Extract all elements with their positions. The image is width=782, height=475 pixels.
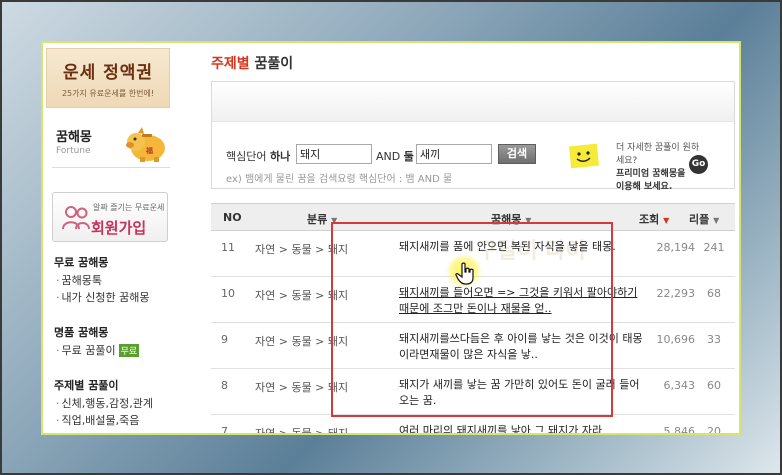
premium-go-button[interactable]: Go	[689, 155, 708, 174]
page-title-rest: 꿈풀이	[249, 56, 294, 72]
sidebar: 운세 정액권 25가지 유료운세를 한번에! 꿈해몽 Fortune 福 알짜 …	[46, 46, 170, 433]
row-views: 28,194	[656, 241, 696, 254]
menu-heading-free-dream: 무료 꿈해몽	[54, 256, 109, 269]
row-no: 9	[221, 333, 228, 346]
menu-heading-premium-dream: 명품 꿈해몽	[54, 326, 109, 339]
header-views[interactable]: 조회 ▼	[639, 211, 669, 227]
keyword1-label: 핵심단어 하나	[226, 148, 290, 164]
header-replies[interactable]: 리플 ▼	[689, 211, 719, 227]
row-category[interactable]: 자연 > 동물 > 돼지	[255, 425, 348, 433]
piggy-bank-icon: 福	[126, 127, 165, 162]
page-title-accent: 주제별	[211, 56, 250, 72]
row-replies: 33	[707, 333, 721, 346]
banner-title: 운세 정액권	[62, 63, 154, 83]
row-views: 22,293	[656, 287, 696, 300]
keyword1-input[interactable]	[296, 144, 372, 164]
dream-subtitle: Fortune	[56, 146, 91, 156]
keyword1-label-prefix: 핵심단어	[226, 150, 270, 163]
premium-line3: 이용해 보세요.	[616, 182, 673, 192]
signup-caption: 알짜 즐기는 무료운세	[93, 203, 165, 212]
row-replies: 20	[707, 425, 721, 435]
menu-item-free-reading[interactable]: 무료 꿈풀이무료	[56, 342, 140, 358]
row-no: 7	[221, 425, 228, 435]
header-category-label: 분류	[307, 213, 328, 226]
keyword1-label-bold: 하나	[269, 150, 291, 163]
search-hint: ex) 뱀에게 물린 꿈을 검색요령 핵심단어 : 뱀 AND 물	[226, 174, 453, 185]
smiley-note-icon	[568, 143, 600, 169]
row-views: 6,343	[663, 379, 696, 392]
search-button[interactable]: 검색	[498, 144, 536, 164]
table-row[interactable]: 7 자연 > 동물 > 돼지 여러 마리의 돼지새끼를 낳아 그 돼지가 자라 …	[211, 415, 735, 435]
and-label: AND 둘	[376, 148, 414, 164]
sort-arrow-icon: ▼	[713, 216, 720, 225]
signup-button[interactable]: 알짜 즐기는 무료운세 회원가입	[52, 192, 168, 242]
row-replies: 60	[707, 379, 721, 392]
dream-title: 꿈해몽	[56, 130, 92, 145]
menu-item-body-action[interactable]: 신체,행동,감정,관계	[56, 395, 153, 411]
row-no: 10	[221, 287, 235, 300]
search-panel: 핵심단어 하나 AND 둘 검색 ex) 뱀에게 물린 꿈을 검색요령 핵심단어…	[211, 81, 735, 192]
dream-section-header: 꿈해몽 Fortune 福	[52, 118, 170, 168]
people-icon	[62, 206, 90, 230]
free-badge: 무료	[118, 344, 140, 357]
row-replies: 241	[703, 241, 725, 254]
row-replies: 68	[707, 287, 721, 300]
keyword2-input[interactable]	[416, 144, 492, 164]
header-no: NO	[223, 211, 242, 224]
row-no: 8	[221, 379, 228, 392]
menu-item-free-reading-label: 무료 꿈풀이	[61, 344, 116, 357]
fortune-pass-banner[interactable]: 운세 정액권 25가지 유료운세를 한번에!	[46, 48, 170, 108]
and-label-bold: 둘	[403, 150, 414, 163]
search-panel-header	[212, 82, 734, 122]
row-views: 5,846	[663, 425, 696, 435]
row-views: 10,696	[656, 333, 696, 346]
banner-subtitle: 25가지 유료운세를 한번에!	[61, 89, 155, 98]
menu-item-my-requests[interactable]: 내가 신청한 꿈해몽	[56, 289, 150, 305]
page-title: 주제별 꿈풀이	[211, 53, 293, 73]
header-replies-label: 리플	[689, 213, 710, 226]
svg-text:福: 福	[145, 146, 153, 155]
header-views-label: 조회	[639, 213, 660, 226]
menu-heading-topic-dream: 주제별 꿈풀이	[54, 379, 119, 392]
menu-item-dream-talk[interactable]: 꿈해몽톡	[56, 272, 102, 288]
hand-cursor-icon	[455, 262, 474, 285]
menu-item-job-death[interactable]: 직업,배설물,죽음	[56, 412, 140, 428]
annotation-highlight-box	[331, 222, 613, 417]
and-label-prefix: AND	[376, 150, 404, 163]
sort-arrow-active-icon: ▼	[663, 216, 670, 225]
signup-label: 회원가입	[91, 219, 147, 237]
row-dream-link[interactable]: 여러 마리의 돼지새끼를 낳아 그 돼지가 자라	[399, 423, 649, 433]
row-no: 11	[221, 241, 235, 254]
